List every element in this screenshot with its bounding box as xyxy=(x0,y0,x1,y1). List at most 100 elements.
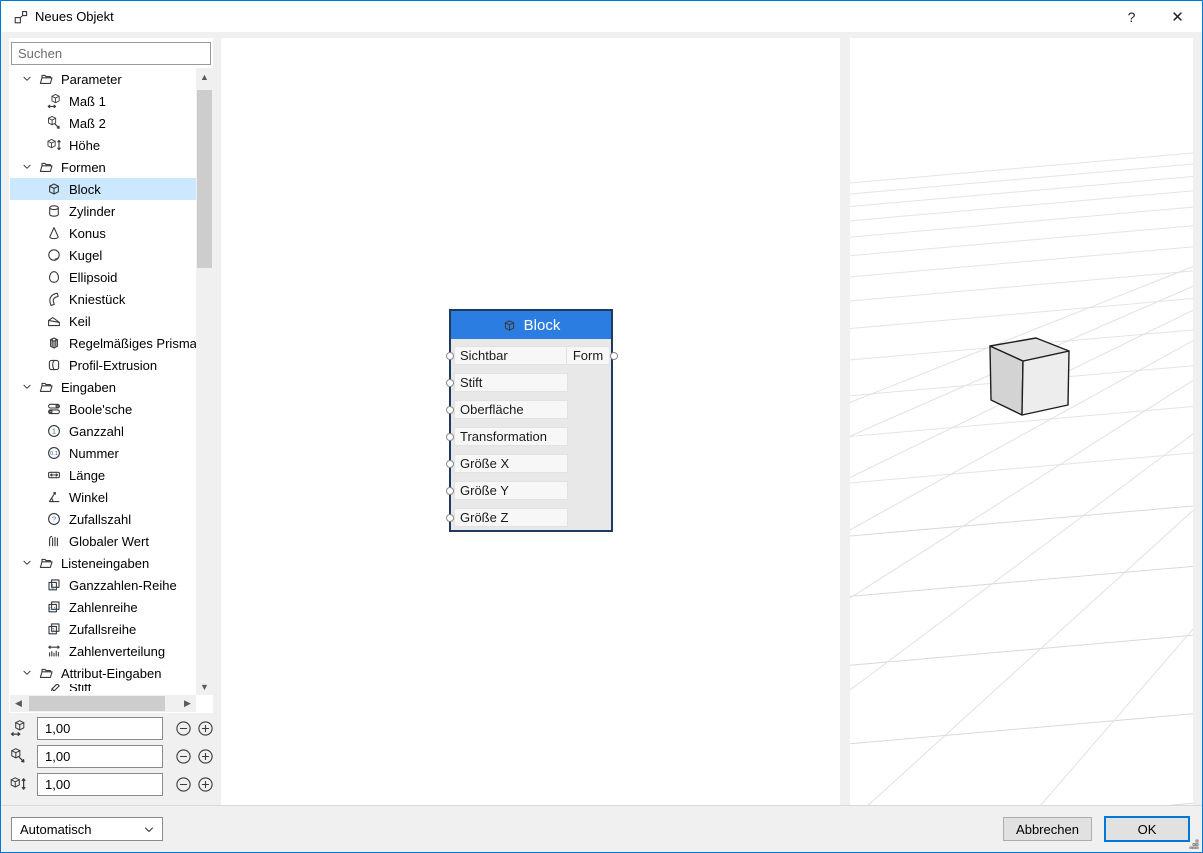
tree-item-kugel[interactable]: Kugel xyxy=(10,244,196,266)
increment-icon[interactable] xyxy=(197,720,214,737)
tree-item-ganzzahlen-reihe[interactable]: 1 Ganzzahlen-Reihe xyxy=(10,574,196,596)
tree-item-l-nge[interactable]: Länge xyxy=(10,464,196,486)
tree-item-formen[interactable]: Formen xyxy=(10,156,196,178)
chevron-down-icon[interactable] xyxy=(20,380,34,394)
spinner-row xyxy=(9,745,213,768)
tree-item-label: Kniestück xyxy=(69,291,126,307)
search-input[interactable] xyxy=(11,42,211,65)
tree-item-zahlenverteilung[interactable]: Zahlenverteilung xyxy=(10,640,196,662)
node-input-gr-e-x[interactable]: Größe X xyxy=(446,454,568,473)
ok-button[interactable]: OK xyxy=(1104,816,1190,842)
parameter-value-input[interactable] xyxy=(37,717,163,740)
input-port-icon[interactable] xyxy=(446,378,454,387)
tree-item-attribut-eingaben[interactable]: Attribut-Eingaben xyxy=(10,662,196,684)
tree-item-zylinder[interactable]: Zylinder xyxy=(10,200,196,222)
tree-item-label: Parameter xyxy=(61,71,122,87)
chevron-down-icon[interactable] xyxy=(20,666,34,680)
tree-item-label: Zahlenverteilung xyxy=(69,643,166,659)
node-input-gr-e-y[interactable]: Größe Y xyxy=(446,481,568,500)
output-label: Form xyxy=(572,348,604,363)
tree-item-ma-1[interactable]: Maß 1 xyxy=(10,90,196,112)
scroll-left-icon[interactable]: ◀ xyxy=(10,695,27,712)
tree-item-nummer[interactable]: 0.1 Nummer xyxy=(10,442,196,464)
parameter-value-input[interactable] xyxy=(37,773,163,796)
tree-item-label: Ganzzahlen-Reihe xyxy=(69,577,177,593)
resize-grip[interactable] xyxy=(1189,839,1199,849)
tree-item-zahlenreihe[interactable]: 0.1 Zahlenreihe xyxy=(10,596,196,618)
zufallsreihe-icon: ? xyxy=(46,621,62,637)
tree-item-regelm-iges-prisma[interactable]: Regelmäßiges Prisma xyxy=(10,332,196,354)
tree-item-ganzzahl[interactable]: 1 Ganzzahl xyxy=(10,420,196,442)
chevron-down-icon[interactable] xyxy=(20,160,34,174)
node-input-gr-e-z[interactable]: Größe Z xyxy=(446,508,568,527)
tree-item-profil-extrusion[interactable]: Profil-Extrusion xyxy=(10,354,196,376)
decrement-icon[interactable] xyxy=(175,720,192,737)
tree-item-listeneingaben[interactable]: Listeneingaben xyxy=(10,552,196,574)
help-button[interactable]: ? xyxy=(1109,1,1154,32)
input-port-icon[interactable] xyxy=(446,432,454,441)
preview-mode-dropdown[interactable]: Automatisch xyxy=(11,817,163,841)
chevron-down-icon[interactable] xyxy=(20,72,34,86)
input-port-icon[interactable] xyxy=(446,513,454,522)
increment-icon[interactable] xyxy=(197,748,214,765)
node-editor-canvas[interactable]: Block Sichtbar Stift Oberfläche Transformat… xyxy=(221,38,840,807)
tree-item-parameter[interactable]: Parameter xyxy=(10,68,196,90)
increment-icon[interactable] xyxy=(197,776,214,793)
tree-item-label: Zufallsreihe xyxy=(69,621,137,637)
scroll-down-icon[interactable]: ▼ xyxy=(196,678,213,695)
tree-item-zufallszahl[interactable]: ? Zufallszahl xyxy=(10,508,196,530)
tree-item-boole-sche[interactable]: Boole'sche xyxy=(10,398,196,420)
svg-text:?: ? xyxy=(51,627,55,634)
tree-item-label: Formen xyxy=(61,159,106,175)
tree-horizontal-scrollbar[interactable]: ◀ ▶ xyxy=(10,695,196,712)
tree-item-keil[interactable]: Keil xyxy=(10,310,196,332)
svg-text:0.1: 0.1 xyxy=(50,451,58,457)
node-output-form[interactable]: Form xyxy=(566,346,618,365)
tree-vertical-scrollbar[interactable]: ▲ ▼ xyxy=(196,68,213,695)
mass1-icon xyxy=(9,719,27,737)
tree-item-ellipsoid[interactable]: Ellipsoid xyxy=(10,266,196,288)
input-port-icon[interactable] xyxy=(446,459,454,468)
tree-item-kniest-ck[interactable]: Kniestück xyxy=(10,288,196,310)
profil-extrusion-icon xyxy=(46,357,62,373)
node-input-stift[interactable]: Stift xyxy=(446,373,568,392)
cancel-button[interactable]: Abbrechen xyxy=(1003,817,1092,841)
input-port-icon[interactable] xyxy=(446,351,454,360)
scrollbar-thumb[interactable] xyxy=(29,696,165,711)
cube-icon xyxy=(502,318,517,333)
ma-1-icon xyxy=(46,93,62,109)
node-input-sichtbar[interactable]: Sichtbar xyxy=(446,346,568,365)
tree-item-eingaben[interactable]: Eingaben xyxy=(10,376,196,398)
tree-item-ma-2[interactable]: Maß 2 xyxy=(10,112,196,134)
zylinder-icon xyxy=(46,203,62,219)
tree-item-label: Keil xyxy=(69,313,91,329)
parameter-value-input[interactable] xyxy=(37,745,163,768)
scroll-up-icon[interactable]: ▲ xyxy=(196,68,213,85)
tree-item-label: Winkel xyxy=(69,489,109,505)
node-block[interactable]: Block Sichtbar Stift Oberfläche Transformat… xyxy=(446,309,618,532)
scrollbar-thumb[interactable] xyxy=(197,90,212,268)
input-port-icon[interactable] xyxy=(446,486,454,495)
close-icon[interactable]: ✕ xyxy=(1155,1,1200,32)
decrement-icon[interactable] xyxy=(175,776,192,793)
decrement-icon[interactable] xyxy=(175,748,192,765)
node-input-oberfl-che[interactable]: Oberfläche xyxy=(446,400,568,419)
tree-item-h-he[interactable]: Höhe xyxy=(10,134,196,156)
node-input-transformation[interactable]: Transformation xyxy=(446,427,568,446)
scroll-right-icon[interactable]: ▶ xyxy=(179,695,196,712)
tree-item-zufallsreihe[interactable]: ? Zufallsreihe xyxy=(10,618,196,640)
kniest-ck-icon xyxy=(46,291,62,307)
preview-3d[interactable] xyxy=(850,38,1193,807)
tree-item-globaler-wert[interactable]: Globaler Wert xyxy=(10,530,196,552)
tree-item-stift[interactable]: Stift xyxy=(10,684,196,691)
chevron-down-icon[interactable] xyxy=(20,556,34,570)
node-header[interactable]: Block xyxy=(451,311,611,339)
input-port-icon[interactable] xyxy=(446,405,454,414)
tree-item-winkel[interactable]: Winkel xyxy=(10,486,196,508)
output-port-icon[interactable] xyxy=(610,351,618,360)
tree-item-block[interactable]: Block xyxy=(10,178,196,200)
tree-item-konus[interactable]: Konus xyxy=(10,222,196,244)
globaler-wert-icon xyxy=(46,533,62,549)
node-title: Block xyxy=(523,316,561,334)
input-label: Größe Z xyxy=(460,510,509,525)
